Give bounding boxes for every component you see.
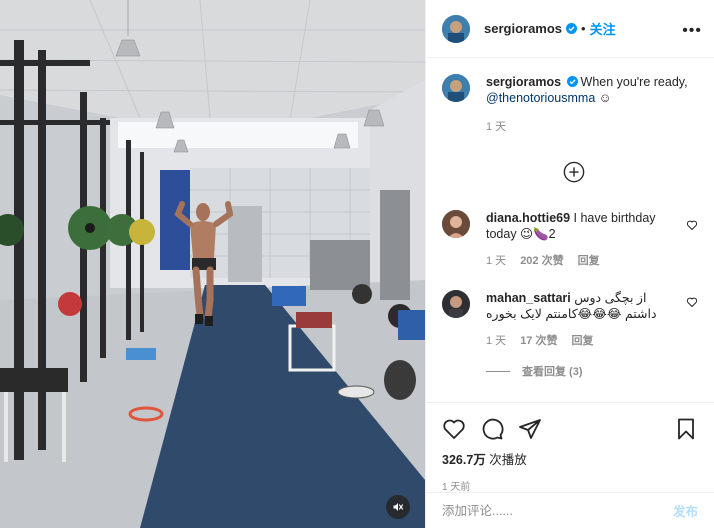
heart-icon[interactable]: [442, 417, 466, 441]
separator-dot: •: [581, 21, 586, 36]
comment-text: mahan_sattari از بچگی دوس داشتم 😂😂😂کامنت…: [486, 290, 672, 322]
caption-emoji: ☺: [598, 91, 612, 105]
author-username[interactable]: sergioramos: [484, 21, 562, 36]
view-count-label: 次播放: [489, 453, 527, 467]
action-icons-row: [442, 411, 698, 447]
caption-body: When you're ready,: [580, 75, 688, 89]
reply-button[interactable]: 回复: [571, 332, 593, 348]
comment-item: diana.hottie69 I have birthday today 😉🍆2…: [442, 210, 672, 268]
post-video[interactable]: [0, 0, 425, 528]
heart-icon[interactable]: [686, 296, 698, 308]
view-replies-label: 查看回复 (3): [522, 366, 583, 378]
comments-section[interactable]: sergioramos When you're ready, @thenotor…: [426, 58, 714, 402]
author-avatar[interactable]: [442, 74, 470, 102]
mute-toggle-button[interactable]: [386, 495, 410, 519]
comment-text: diana.hottie69 I have birthday today 😉🍆2: [486, 210, 672, 242]
instagram-post-window: sergioramos • 关注 ••• sergioramos When yo…: [0, 0, 714, 528]
heart-icon[interactable]: [686, 219, 698, 231]
gym-video-frame: [0, 0, 425, 528]
caption-row: sergioramos When you're ready, @thenotor…: [442, 74, 698, 134]
comment-likes[interactable]: 17 次赞: [520, 332, 557, 348]
comment-time: 1 天: [486, 255, 507, 267]
plus-circle-icon[interactable]: [563, 161, 585, 183]
muted-speaker-icon: [393, 503, 404, 511]
follow-button[interactable]: 关注: [590, 19, 616, 38]
verified-badge-icon: [566, 76, 578, 87]
caption-time: 1 天: [486, 121, 507, 133]
view-count-number: 326.7万: [442, 453, 486, 467]
comment-likes[interactable]: 202 次赞: [520, 252, 563, 268]
comment-icon[interactable]: [480, 417, 504, 441]
comment-input[interactable]: [442, 503, 673, 518]
comment-username[interactable]: mahan_sattari: [486, 291, 571, 305]
comment-item: mahan_sattari از بچگی دوس داشتم 😂😂😂کامنت…: [442, 290, 672, 348]
comment-username[interactable]: diana.hottie69: [486, 211, 570, 225]
verified-badge-icon: [566, 23, 578, 34]
add-comment-bar: 发布: [426, 492, 714, 528]
commenter-avatar[interactable]: [442, 210, 470, 238]
post-header: sergioramos • 关注 •••: [426, 0, 714, 58]
share-icon[interactable]: [518, 417, 542, 441]
author-avatar[interactable]: [442, 14, 470, 43]
caption-text: sergioramos When you're ready, @thenotor…: [486, 74, 688, 106]
caption-username[interactable]: sergioramos: [486, 75, 561, 89]
post-details-panel: sergioramos • 关注 ••• sergioramos When yo…: [425, 0, 714, 528]
commenter-avatar[interactable]: [442, 290, 470, 318]
post-timestamp: 1 天前: [442, 482, 471, 493]
post-comment-button[interactable]: 发布: [673, 501, 698, 520]
post-actions: 326.7万 次播放 1 天前: [426, 402, 714, 493]
caption-mention-link[interactable]: @thenotoriousmma: [486, 91, 595, 105]
comment-time: 1 天: [486, 335, 507, 347]
view-count[interactable]: 326.7万 次播放: [442, 449, 698, 468]
reply-button[interactable]: 回复: [578, 252, 600, 268]
replies-divider-line: [486, 370, 510, 372]
bookmark-icon[interactable]: [674, 417, 698, 441]
view-replies-button[interactable]: 查看回复 (3): [486, 363, 583, 379]
more-options-icon[interactable]: •••: [682, 22, 702, 40]
